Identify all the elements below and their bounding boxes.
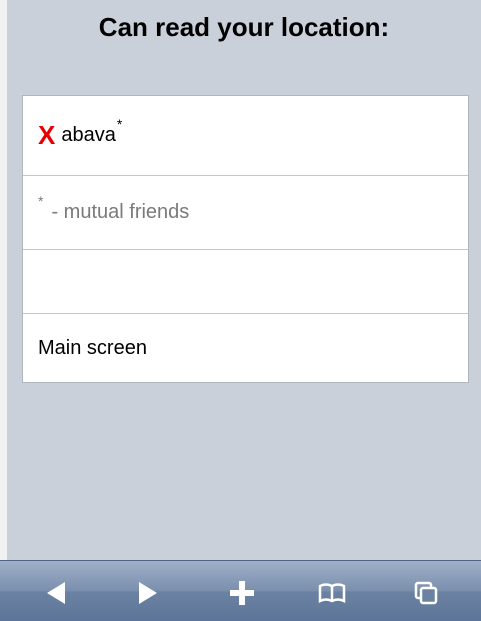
- legend-text: - mutual friends: [51, 201, 190, 223]
- pages-button[interactable]: [406, 573, 446, 613]
- back-button[interactable]: [36, 573, 76, 613]
- left-edge: [0, 0, 7, 560]
- mutual-marker: *: [116, 115, 123, 132]
- legend-marker: *: [38, 192, 44, 209]
- page-title: Can read your location:: [98, 12, 390, 42]
- friend-name: abava: [61, 124, 116, 146]
- empty-row: [23, 250, 468, 314]
- friends-list: X abava * * - mutual friends Main screen: [22, 95, 469, 383]
- main-screen-link[interactable]: Main screen: [23, 314, 468, 382]
- forward-button[interactable]: [128, 573, 168, 613]
- remove-friend-button[interactable]: X: [38, 120, 55, 151]
- page: Can read your location: X abava * * - mut…: [0, 0, 481, 560]
- browser-toolbar: [0, 560, 481, 621]
- add-button[interactable]: [222, 573, 262, 613]
- bookmarks-button[interactable]: [312, 573, 352, 613]
- friend-row[interactable]: X abava *: [23, 96, 468, 176]
- forward-arrow-icon: [139, 582, 157, 604]
- main-screen-label: Main screen: [38, 336, 147, 359]
- plus-icon: [230, 581, 254, 605]
- back-arrow-icon: [47, 582, 65, 604]
- bookmarks-icon: [318, 583, 346, 604]
- pages-icon: [414, 581, 438, 605]
- legend-row: * - mutual friends: [23, 176, 468, 250]
